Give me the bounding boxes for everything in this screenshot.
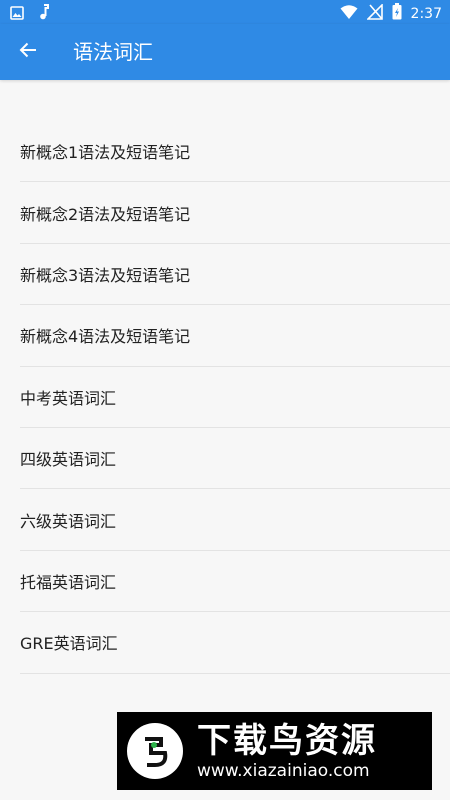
list-item[interactable]: 托福英语词汇 [20,551,450,613]
bird-logo-icon [127,723,183,779]
status-time: 2:37 [410,5,442,22]
arrow-back-icon [19,41,37,63]
list-item[interactable]: 新概念4语法及短语笔记 [20,305,450,367]
list-item[interactable]: 新概念1语法及短语笔记 [20,121,450,183]
status-left [10,4,50,24]
status-right: 2:37 [340,2,442,24]
list-item[interactable]: 四级英语词汇 [20,428,450,490]
music-note-icon [38,4,50,24]
menu-list: 新概念1语法及短语笔记 新概念2语法及短语笔记 新概念3语法及短语笔记 新概念4… [0,121,450,674]
watermark-name: 下载鸟资源 [197,721,377,761]
status-bar: 2:37 [0,0,450,24]
list-item[interactable]: 六级英语词汇 [20,489,450,551]
list-item[interactable]: GRE英语词汇 [20,612,450,674]
list-item[interactable]: 新概念3语法及短语笔记 [20,244,450,306]
page-title: 语法词汇 [73,40,153,64]
watermark-url: www.xiazainiao.com [197,761,370,781]
watermark-text: 下载鸟资源 www.xiazainiao.com [197,721,377,781]
image-icon [10,5,24,24]
watermark-banner: 下载鸟资源 www.xiazainiao.com [117,712,432,790]
wifi-icon [340,4,358,24]
list-item[interactable]: 中考英语词汇 [20,367,450,428]
list-item[interactable]: 新概念2语法及短语笔记 [20,182,450,244]
app-bar: 语法词汇 [0,24,450,80]
signal-icon [365,2,383,24]
back-button[interactable] [12,36,44,68]
battery-icon [392,3,402,24]
